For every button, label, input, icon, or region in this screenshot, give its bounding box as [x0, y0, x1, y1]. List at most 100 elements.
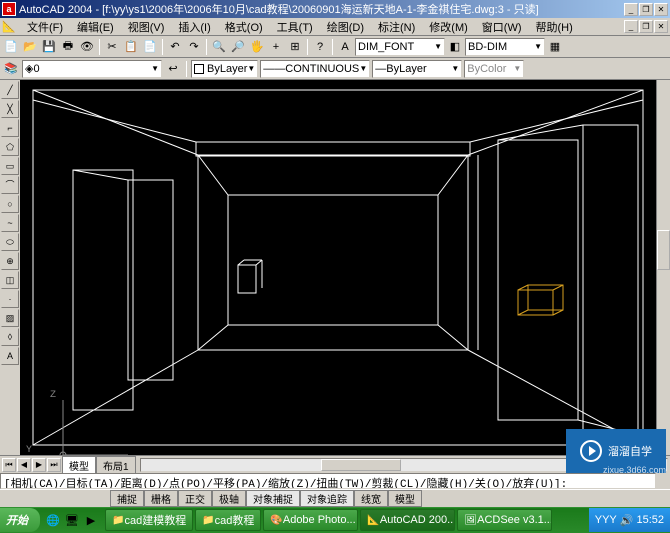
- open-button[interactable]: 📂: [21, 38, 39, 56]
- status-osnap[interactable]: 对象捕捉: [246, 490, 300, 507]
- menu-edit[interactable]: 编辑(E): [70, 19, 121, 35]
- task-item-1[interactable]: 📁 cad建模教程: [105, 509, 193, 531]
- pan-button[interactable]: 🖐: [248, 38, 266, 56]
- menu-dimension[interactable]: 标注(N): [371, 19, 422, 35]
- undo-button[interactable]: ↶: [166, 38, 184, 56]
- app-icon: a: [2, 2, 16, 16]
- new-button[interactable]: 📄: [2, 38, 20, 56]
- copy-button[interactable]: 📋: [122, 38, 140, 56]
- insert-tool[interactable]: ⊕: [1, 252, 19, 270]
- ellipse-tool[interactable]: ⬭: [1, 233, 19, 251]
- doc-close-button[interactable]: ✕: [654, 20, 668, 33]
- status-ortho[interactable]: 正交: [178, 490, 212, 507]
- circle-tool[interactable]: ○: [1, 195, 19, 213]
- status-snap[interactable]: 捕捉: [110, 490, 144, 507]
- point-tool[interactable]: ·: [1, 290, 19, 308]
- draw-toolbar: ╱ ╳ ⌐ ⬠ ▭ ⌒ ○ ~ ⬭ ⊕ ◫ · ▨ ◊ A: [0, 80, 20, 455]
- preview-button[interactable]: 👁: [78, 38, 96, 56]
- redo-button[interactable]: ↷: [185, 38, 203, 56]
- line-tool[interactable]: ╱: [1, 81, 19, 99]
- menubar: 📐 文件(F) 编辑(E) 视图(V) 插入(I) 格式(O) 工具(T) 绘图…: [0, 18, 670, 36]
- rectangle-tool[interactable]: ▭: [1, 157, 19, 175]
- tab-nav-next[interactable]: ▶: [32, 458, 46, 472]
- document-icon: 📐: [2, 20, 16, 34]
- polygon-tool[interactable]: ⬠: [1, 138, 19, 156]
- pline-tool[interactable]: ⌐: [1, 119, 19, 137]
- titlebar: a AutoCAD 2004 - [f:\yy\ys1\2006年\2006年1…: [0, 0, 670, 18]
- zoom-extents-button[interactable]: ⊞: [286, 38, 304, 56]
- status-bar: 捕捉 栅格 正交 极轴 对象捕捉 对象追踪 线宽 模型: [0, 489, 670, 507]
- print-button[interactable]: 🖶: [59, 38, 77, 56]
- menu-draw[interactable]: 绘图(D): [320, 19, 371, 35]
- tab-model[interactable]: 模型: [62, 456, 96, 474]
- spline-tool[interactable]: ~: [1, 214, 19, 232]
- arc-tool[interactable]: ⌒: [1, 176, 19, 194]
- tray-icon[interactable]: 🔊: [620, 514, 634, 527]
- drawing-canvas[interactable]: Z Y: [20, 80, 656, 455]
- tab-nav-prev[interactable]: ◀: [17, 458, 31, 472]
- cmdline-scrollbar[interactable]: [656, 473, 670, 489]
- tab-nav-last[interactable]: ⏭: [47, 458, 61, 472]
- doc-minimize-button[interactable]: _: [624, 20, 638, 33]
- plotstyle-combo[interactable]: ByColor▼: [464, 60, 524, 78]
- linetype-combo[interactable]: —— CONTINUOUS▼: [260, 60, 370, 78]
- maximize-button[interactable]: ❐: [639, 3, 653, 16]
- status-model[interactable]: 模型: [388, 490, 422, 507]
- tray-clock: 15:52: [636, 514, 664, 526]
- quicklaunch-media-icon[interactable]: ▶: [82, 510, 100, 530]
- tab-nav-first[interactable]: ⏮: [2, 458, 16, 472]
- dim-style-combo[interactable]: BD-DIM▼: [465, 38, 545, 56]
- paste-button[interactable]: 📄: [141, 38, 159, 56]
- layer-properties-button[interactable]: 📚: [2, 60, 20, 78]
- task-item-4[interactable]: 📐 AutoCAD 200...: [360, 509, 455, 531]
- save-button[interactable]: 💾: [40, 38, 58, 56]
- status-lwt[interactable]: 线宽: [354, 490, 388, 507]
- zoom-out-button[interactable]: 🔎: [229, 38, 247, 56]
- hscroll-thumb[interactable]: [321, 459, 401, 471]
- menu-view[interactable]: 视图(V): [121, 19, 172, 35]
- zoom-window-button[interactable]: +: [267, 38, 285, 56]
- block-tool[interactable]: ◫: [1, 271, 19, 289]
- status-grid[interactable]: 栅格: [144, 490, 178, 507]
- zoom-in-button[interactable]: 🔍: [210, 38, 228, 56]
- close-button[interactable]: ✕: [654, 3, 668, 16]
- quicklaunch-ie-icon[interactable]: 🌐: [44, 510, 62, 530]
- status-polar[interactable]: 极轴: [212, 490, 246, 507]
- dim-style-button[interactable]: ◧: [446, 38, 464, 56]
- region-tool[interactable]: ◊: [1, 328, 19, 346]
- layer-previous-button[interactable]: ↩: [164, 60, 182, 78]
- menu-format[interactable]: 格式(O): [218, 19, 270, 35]
- layer-combo[interactable]: ◈ 0▼: [22, 60, 162, 78]
- quicklaunch-desktop-icon[interactable]: 🖥: [63, 510, 81, 530]
- task-item-2[interactable]: 📁 cad教程: [195, 509, 261, 531]
- system-tray[interactable]: YYY 🔊 15:52: [589, 508, 670, 532]
- command-line[interactable]: [相机(CA)/目标(TA)/距离(D)/点(PO)/平移(PA)/缩放(Z)/…: [0, 473, 656, 489]
- task-item-3[interactable]: 🎨 Adobe Photo...: [263, 509, 358, 531]
- watermark-url: zixue.3d66.com: [603, 465, 666, 475]
- menu-help[interactable]: 帮助(H): [529, 19, 580, 35]
- hatch-tool[interactable]: ▨: [1, 309, 19, 327]
- menu-modify[interactable]: 修改(M): [422, 19, 475, 35]
- menu-file[interactable]: 文件(F): [20, 19, 70, 35]
- task-item-5[interactable]: 🖼 ACDSee v3.1...: [457, 509, 552, 531]
- color-combo[interactable]: ByLayer▼: [191, 60, 258, 78]
- text-tool[interactable]: A: [1, 347, 19, 365]
- doc-restore-button[interactable]: ❐: [639, 20, 653, 33]
- vertical-scrollbar[interactable]: [656, 80, 670, 455]
- vscroll-thumb[interactable]: [657, 230, 670, 270]
- start-button[interactable]: 开始: [0, 508, 40, 532]
- menu-tools[interactable]: 工具(T): [270, 19, 320, 35]
- text-style-button[interactable]: A: [336, 38, 354, 56]
- table-style-button[interactable]: ▦: [546, 38, 564, 56]
- text-style-combo[interactable]: DIM_FONT▼: [355, 38, 445, 56]
- standard-toolbar: 📄 📂 💾 🖶 👁 ✂ 📋 📄 ↶ ↷ 🔍 🔎 🖐 + ⊞ ? A DIM_FO…: [0, 36, 670, 58]
- status-otrack[interactable]: 对象追踪: [300, 490, 354, 507]
- cut-button[interactable]: ✂: [103, 38, 121, 56]
- help-icon[interactable]: ?: [311, 38, 329, 56]
- lineweight-combo[interactable]: — ByLayer▼: [372, 60, 462, 78]
- xline-tool[interactable]: ╳: [1, 100, 19, 118]
- menu-insert[interactable]: 插入(I): [171, 19, 217, 35]
- minimize-button[interactable]: _: [624, 3, 638, 16]
- menu-window[interactable]: 窗口(W): [475, 19, 529, 35]
- tab-layout1[interactable]: 布局1: [96, 456, 136, 474]
